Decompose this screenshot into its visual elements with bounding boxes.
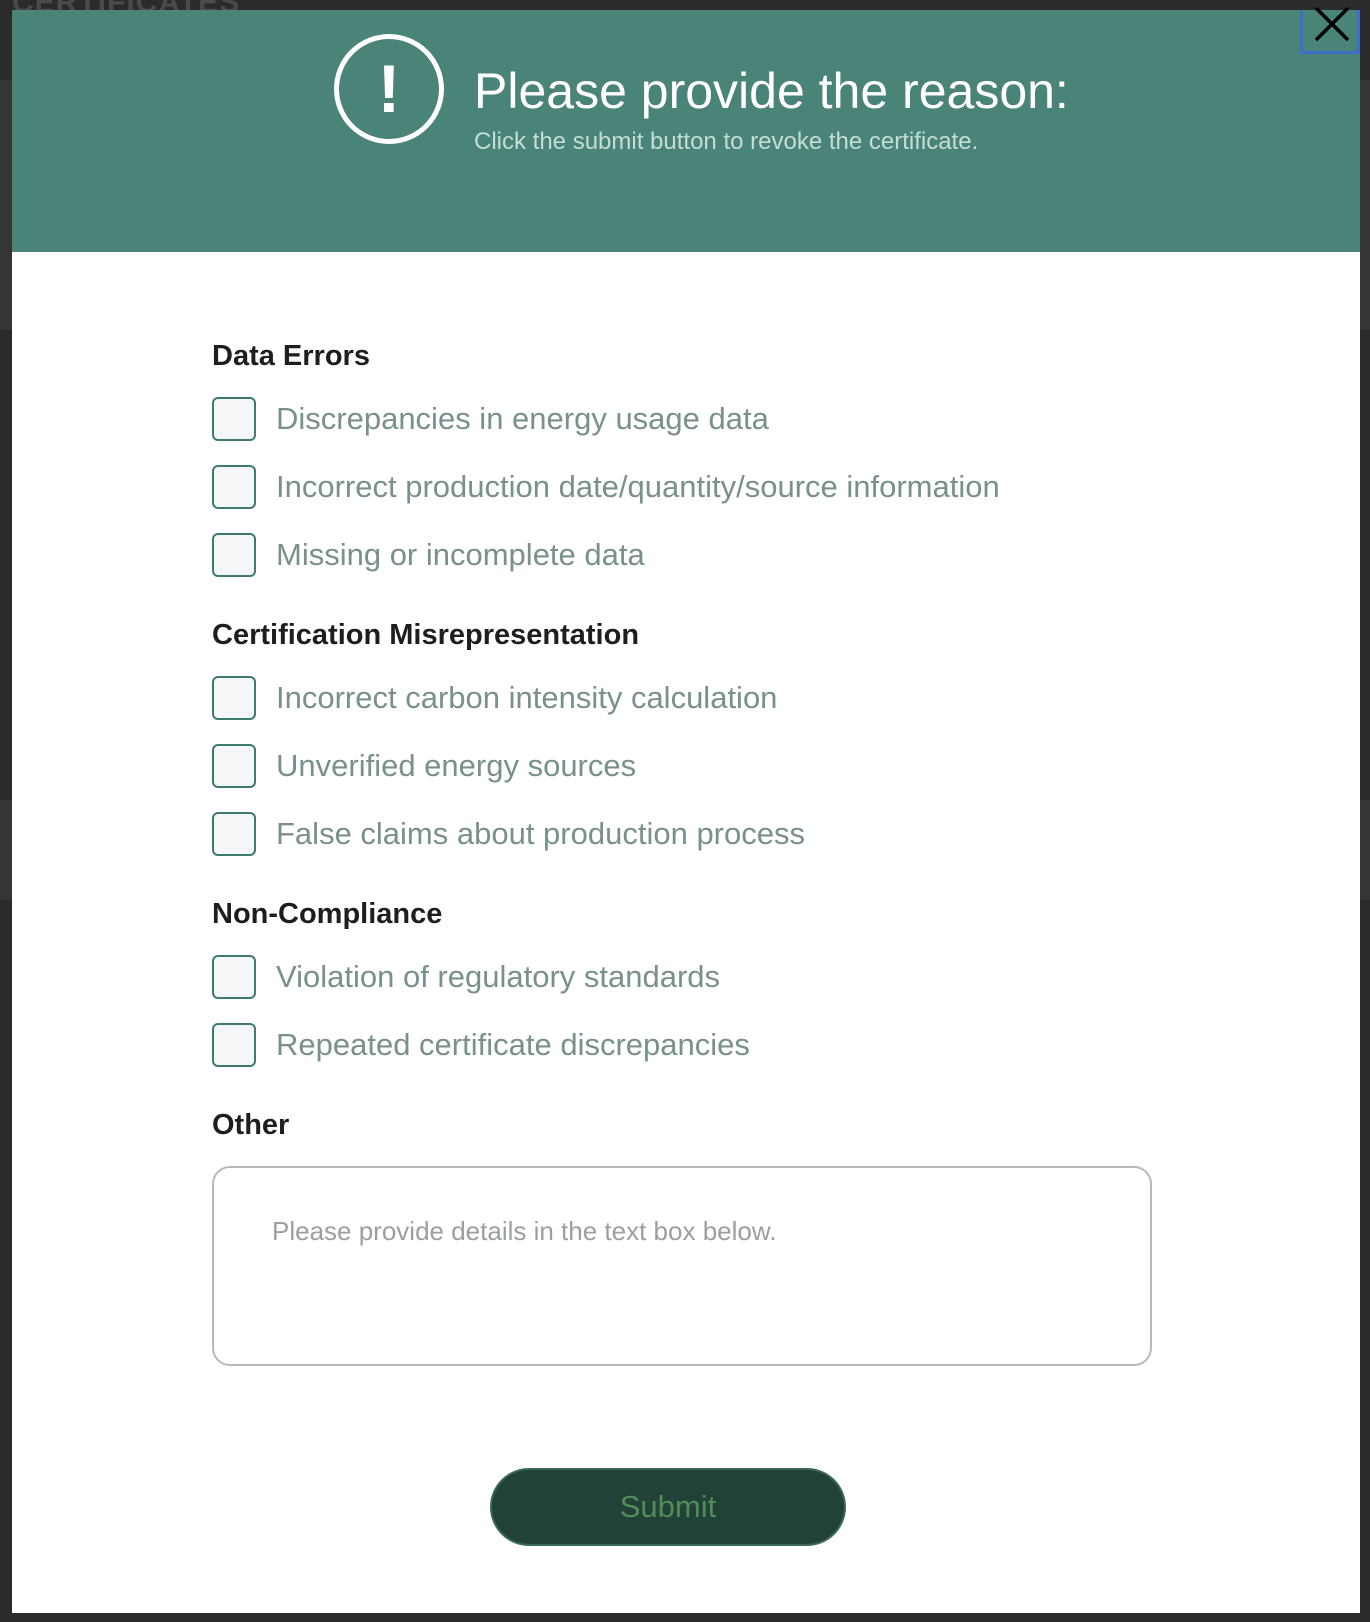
option-label: Violation of regulatory standards (276, 959, 721, 994)
option-label: Incorrect production date/quantity/sourc… (276, 469, 1000, 504)
option-label: Repeated certificate discrepancies (276, 1027, 750, 1062)
close-icon (1314, 6, 1350, 42)
checkbox[interactable] (212, 955, 256, 999)
submit-button[interactable]: Submit (490, 1468, 846, 1546)
close-button[interactable] (1300, 6, 1360, 54)
checkbox[interactable] (212, 465, 256, 509)
checkbox[interactable] (212, 397, 256, 441)
section-other: Other (212, 1109, 1172, 1371)
revoke-reason-modal: ! Please provide the reason: Click the s… (12, 6, 1360, 1613)
option-violation-regulatory-standards[interactable]: Violation of regulatory standards (212, 955, 1172, 999)
checkbox[interactable] (212, 676, 256, 720)
checkbox[interactable] (212, 744, 256, 788)
option-discrepancies-energy-usage[interactable]: Discrepancies in energy usage data (212, 397, 1172, 441)
option-label: False claims about production process (276, 816, 805, 851)
modal-subtitle: Click the submit button to revoke the ce… (474, 128, 979, 155)
section-non-compliance: Non-Compliance Violation of regulatory s… (212, 898, 1172, 1067)
checkbox[interactable] (212, 533, 256, 577)
section-heading: Data Errors (212, 340, 370, 372)
alert-circle-icon: ! (334, 34, 444, 144)
option-incorrect-carbon-intensity[interactable]: Incorrect carbon intensity calculation (212, 676, 1172, 720)
modal-title: Please provide the reason: (474, 63, 1069, 119)
section-heading: Other (212, 1109, 290, 1141)
option-label: Incorrect carbon intensity calculation (276, 680, 778, 715)
other-details-textarea[interactable] (212, 1166, 1152, 1366)
option-incorrect-production-info[interactable]: Incorrect production date/quantity/sourc… (212, 465, 1172, 509)
option-label: Unverified energy sources (276, 748, 637, 783)
section-certification-misrepresentation: Certification Misrepresentation Incorrec… (212, 619, 1172, 856)
option-label: Missing or incomplete data (276, 537, 645, 572)
option-repeated-certificate-discrepancies[interactable]: Repeated certificate discrepancies (212, 1023, 1172, 1067)
reason-form: Data Errors Discrepancies in energy usag… (212, 340, 1172, 1395)
section-heading: Certification Misrepresentation (212, 619, 640, 651)
option-unverified-energy-sources[interactable]: Unverified energy sources (212, 744, 1172, 788)
option-label: Discrepancies in energy usage data (276, 401, 769, 436)
modal-header: ! Please provide the reason: Click the s… (12, 6, 1360, 252)
section-data-errors: Data Errors Discrepancies in energy usag… (212, 340, 1172, 577)
section-heading: Non-Compliance (212, 898, 443, 930)
checkbox[interactable] (212, 1023, 256, 1067)
option-missing-incomplete-data[interactable]: Missing or incomplete data (212, 533, 1172, 577)
checkbox[interactable] (212, 812, 256, 856)
option-false-claims-production[interactable]: False claims about production process (212, 812, 1172, 856)
